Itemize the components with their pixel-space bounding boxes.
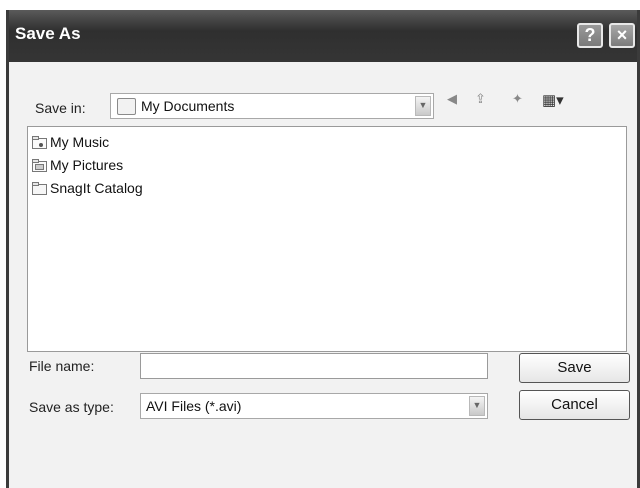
list-item[interactable]: SnagIt Catalog — [32, 178, 143, 198]
save-as-type-dropdown[interactable]: AVI Files (*.avi) ▼ — [140, 393, 488, 419]
chevron-down-icon[interactable]: ▼ — [469, 396, 485, 416]
folder-icon — [32, 181, 48, 195]
title-bar[interactable]: Save As ? × — [9, 10, 637, 62]
file-name-input[interactable] — [140, 353, 488, 379]
cancel-button[interactable]: Cancel — [519, 390, 630, 420]
help-button[interactable]: ? — [577, 23, 603, 48]
new-folder-icon[interactable]: ✦ — [512, 91, 523, 107]
chevron-down-icon[interactable]: ▼ — [415, 96, 431, 116]
save-as-type-label: Save as type: — [29, 399, 114, 415]
save-as-type-value: AVI Files (*.avi) — [146, 398, 242, 414]
file-name-label: File name: — [29, 358, 95, 374]
list-item-label: My Pictures — [50, 157, 124, 173]
views-menu-icon[interactable]: ▦▾ — [542, 91, 564, 109]
save-button[interactable]: Save — [519, 353, 630, 383]
close-button[interactable]: × — [609, 23, 635, 48]
window-title: Save As — [15, 24, 81, 43]
list-item-label: SnagIt Catalog — [50, 180, 143, 196]
file-list[interactable]: My Music My Pictures SnagIt Catalog — [27, 126, 627, 352]
list-item[interactable]: My Music — [32, 132, 109, 152]
list-item[interactable]: My Pictures — [32, 155, 123, 175]
list-item-label: My Music — [50, 134, 110, 150]
pictures-folder-icon — [32, 158, 48, 172]
my-documents-folder-icon — [117, 98, 136, 115]
save-in-label: Save in: — [35, 100, 86, 116]
dialog-body: Save in: My Documents ▼ ◀ ⇪ ✦ ▦▾ My Musi… — [9, 62, 637, 488]
music-folder-icon — [32, 135, 48, 149]
back-icon[interactable]: ◀ — [447, 91, 457, 107]
save-as-dialog: Save As ? × Save in: My Documents ▼ ◀ ⇪ … — [6, 10, 640, 488]
up-folder-icon[interactable]: ⇪ — [475, 91, 486, 107]
save-in-dropdown[interactable]: My Documents ▼ — [110, 93, 434, 119]
save-in-value: My Documents — [141, 98, 235, 114]
